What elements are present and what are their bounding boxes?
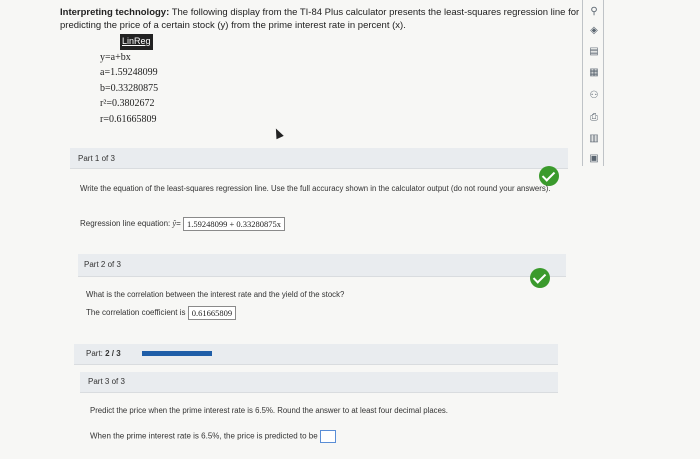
- chart-icon[interactable]: ▥: [588, 133, 600, 145]
- part1-header: Part 1 of 3: [78, 154, 115, 163]
- book-icon[interactable]: ▣: [588, 153, 600, 165]
- part1-answer-label: Regression line equation:: [80, 219, 173, 229]
- calculator-line: b=0.33280875: [100, 82, 159, 94]
- part1-prompt: Write the equation of the least-squares …: [80, 184, 551, 193]
- part3-header: Part 3 of 3: [88, 377, 125, 386]
- part2-answer-label: The correlation coefficient is: [86, 308, 188, 318]
- calculator-header: LinReg: [120, 34, 153, 50]
- part2-prompt: What is the correlation between the inte…: [86, 290, 345, 299]
- printer-icon[interactable]: ⎙: [588, 112, 600, 124]
- intro-bold: Interpreting technology:: [60, 7, 170, 18]
- calculator-line: r²=0.3802672: [100, 98, 155, 109]
- part1-header-bar: Part 1 of 3: [70, 148, 568, 169]
- part3-prompt: Predict the price when the prime interes…: [90, 406, 448, 415]
- part1-answer-row: Regression line equation: ŷ= 1.59248099 …: [80, 217, 286, 231]
- part3-answer-row: When the prime interest rate is 6.5%, th…: [90, 430, 336, 443]
- equals-sign: =: [176, 219, 181, 229]
- part3-answer-label: When the prime interest rate is 6.5%, th…: [90, 431, 320, 441]
- calculator-display: LinReg y=a+bx a=1.59248099 b=0.33280875 …: [100, 34, 180, 127]
- compass-icon[interactable]: ◈: [588, 25, 600, 37]
- part3-header-bar: Part 3 of 3: [80, 372, 558, 393]
- progress-label: Part: 2 / 3: [86, 349, 121, 358]
- regression-equation-field[interactable]: 1.59248099 + 0.33280875x: [182, 217, 286, 231]
- note-icon[interactable]: ▤: [588, 46, 600, 58]
- calculator-line: y=a+bx: [100, 51, 131, 63]
- correct-check-icon: [530, 268, 550, 288]
- correct-check-icon: [539, 166, 559, 186]
- link-icon[interactable]: ⚲: [588, 6, 600, 18]
- mouse-cursor-icon: [272, 126, 284, 140]
- people-icon[interactable]: ⚇: [588, 90, 600, 102]
- calculator-line: r=0.61665809: [100, 113, 157, 125]
- calculator-icon[interactable]: ▦: [588, 67, 600, 79]
- part2-answer-row: The correlation coefficient is 0.6166580…: [86, 306, 237, 320]
- problem-intro: Interpreting technology: The following d…: [60, 6, 580, 32]
- part2-header-bar: Part 2 of 3: [78, 254, 566, 277]
- calculator-line: a=1.59248099: [100, 67, 158, 78]
- predicted-price-field[interactable]: [319, 430, 336, 443]
- progress-fill: [142, 351, 212, 356]
- part2-header: Part 2 of 3: [84, 260, 121, 269]
- correlation-coefficient-field[interactable]: 0.61665809: [187, 306, 237, 320]
